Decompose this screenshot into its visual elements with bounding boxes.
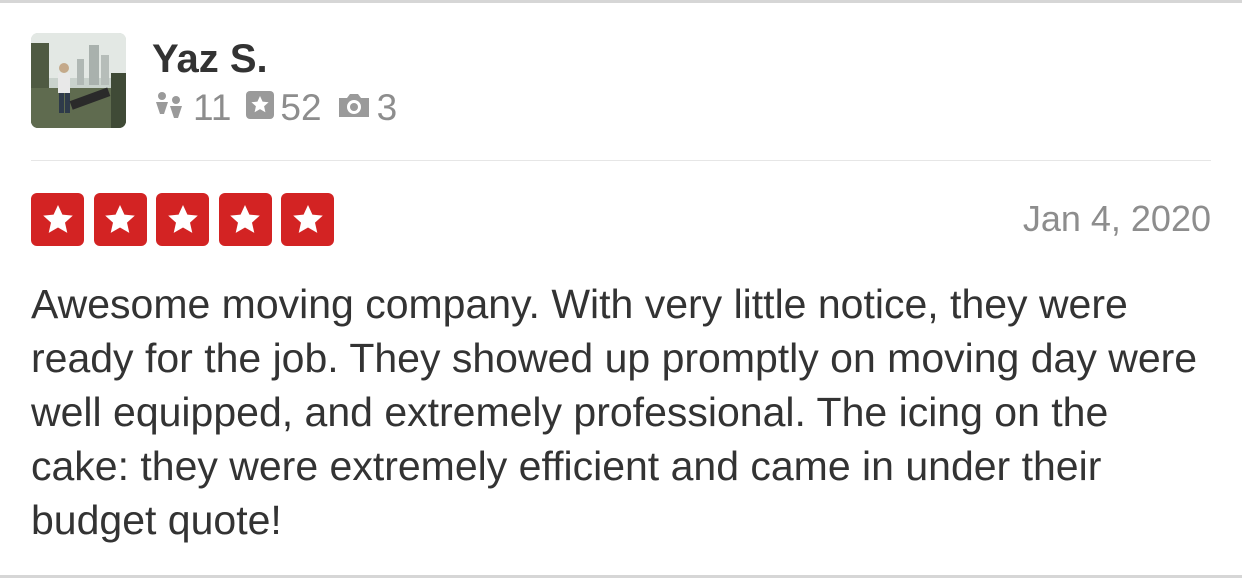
friends-stat: 11: [154, 87, 231, 129]
avatar-photo-icon: [31, 33, 126, 128]
star-rating: [31, 193, 344, 246]
photos-stat: 3: [336, 87, 398, 129]
star-icon: [31, 193, 84, 246]
user-stats: 11 52 3: [154, 87, 411, 129]
user-avatar[interactable]: [31, 33, 126, 128]
star-badge-icon: [245, 87, 275, 129]
user-name[interactable]: Yaz S.: [152, 35, 268, 83]
divider: [31, 160, 1211, 161]
friends-icon: [154, 87, 188, 129]
star-icon: [156, 193, 209, 246]
reviews-stat: 52: [245, 87, 322, 129]
photos-count: 3: [376, 87, 398, 128]
star-icon: [218, 193, 272, 246]
camera-icon: [336, 87, 372, 129]
review-header: Yaz S. 11 52 3: [31, 33, 1211, 129]
reviews-count: 52: [280, 87, 322, 128]
star-icon: [281, 193, 334, 246]
top-border: [0, 0, 1242, 3]
star-icon: [93, 193, 147, 246]
review-date: Jan 4, 2020: [1022, 198, 1211, 239]
friends-count: 11: [193, 87, 232, 128]
review-text: Awesome moving company. With very little…: [31, 281, 1198, 543]
